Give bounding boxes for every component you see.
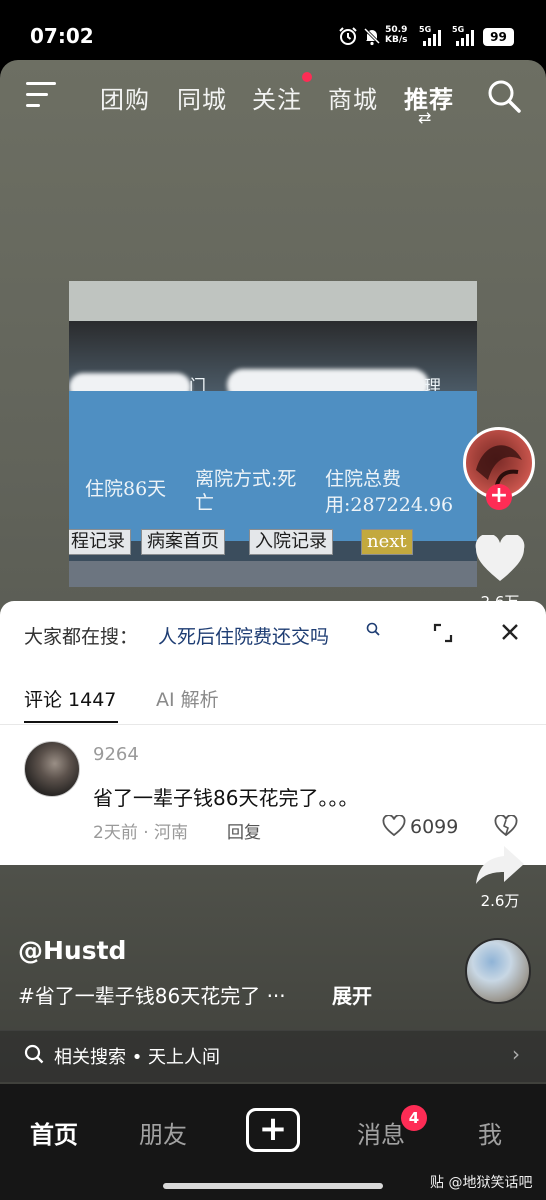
search-icon[interactable] bbox=[486, 78, 522, 114]
frame-button-case-home: 病案首页 bbox=[141, 529, 225, 555]
post-username[interactable]: @Hustd bbox=[18, 936, 126, 965]
comment-avatar[interactable] bbox=[24, 741, 80, 797]
share-count: 2.6万 bbox=[480, 892, 520, 910]
tab-messages[interactable]: 消息 bbox=[357, 1115, 405, 1150]
tab-ai-analysis[interactable]: AI 解析 bbox=[156, 685, 219, 712]
close-icon[interactable] bbox=[498, 620, 522, 644]
frame-total-fee-a: 住院总费 bbox=[325, 468, 402, 490]
frame-stay-days: 住院86天 bbox=[85, 478, 167, 500]
share-icon[interactable] bbox=[472, 842, 528, 886]
net-speed-value: 50.9 bbox=[385, 25, 408, 35]
tab-comments[interactable]: 评论 1447 bbox=[24, 685, 116, 712]
reply-button[interactable]: 回复 bbox=[227, 818, 261, 843]
signal-bars-2 bbox=[456, 30, 478, 46]
frame-discharge-b: 亡 bbox=[195, 492, 215, 514]
menu-icon[interactable] bbox=[26, 82, 56, 108]
status-time: 07:02 bbox=[30, 24, 94, 48]
frame-monitor-bezel bbox=[69, 281, 477, 321]
frame-bottom-strip bbox=[69, 561, 477, 587]
switch-feed-icon[interactable]: ⇄ bbox=[418, 108, 431, 127]
search-hint-label: 大家都在搜： bbox=[24, 626, 139, 648]
video-frame: 门 理 住院86天 离院方式:死 亡 住院总费 用:287224.96 程记录 … bbox=[69, 281, 477, 587]
net-speed: 50.9 KB/s bbox=[385, 25, 407, 45]
frame-total-fee-b: 用:287224.96 bbox=[325, 494, 454, 516]
watermark: 贴 @地狱笑话吧 bbox=[430, 1175, 533, 1191]
comment-username[interactable]: 9264 bbox=[93, 744, 139, 765]
tab-following[interactable]: 关注 bbox=[252, 80, 302, 115]
related-search-text[interactable]: 相关搜索 • 天上人间 bbox=[54, 1043, 220, 1069]
following-notification-dot bbox=[302, 72, 312, 82]
mute-icon bbox=[363, 27, 381, 46]
comment-like-count: 6099 bbox=[410, 816, 459, 838]
alarm-icon bbox=[339, 27, 357, 45]
tab-me[interactable]: 我 bbox=[478, 1115, 502, 1150]
chevron-right-icon[interactable]: › bbox=[512, 1042, 520, 1066]
signal-bars-1 bbox=[423, 30, 445, 46]
frame-button-process: 程记录 bbox=[69, 529, 131, 555]
active-tab-underline bbox=[24, 721, 118, 723]
follow-button[interactable]: + bbox=[486, 484, 512, 510]
tab-nearby[interactable]: 同城 bbox=[177, 80, 227, 115]
search-hint-query[interactable]: 人死后住院费还交吗 bbox=[158, 622, 329, 649]
heart-icon[interactable] bbox=[474, 535, 526, 583]
post-caption[interactable]: #省了一辈子钱86天花完了 ··· bbox=[18, 980, 286, 1009]
tab-group-buy[interactable]: 团购 bbox=[100, 80, 150, 115]
net-speed-unit: KB/s bbox=[385, 35, 408, 45]
expand-caption-button[interactable]: 展开 bbox=[332, 980, 372, 1009]
music-disc[interactable] bbox=[465, 938, 531, 1004]
tab-home[interactable]: 首页 bbox=[30, 1115, 78, 1150]
frame-record-panel bbox=[69, 391, 477, 541]
sheet-divider bbox=[0, 724, 546, 725]
collapse-icon[interactable] bbox=[432, 622, 454, 644]
tab-friends[interactable]: 朋友 bbox=[139, 1115, 187, 1150]
frame-discharge-a: 离院方式:死 bbox=[195, 468, 297, 490]
tab-mall[interactable]: 商城 bbox=[328, 80, 378, 115]
comment-like-icon[interactable] bbox=[382, 815, 406, 837]
battery-indicator: 99 bbox=[483, 28, 514, 46]
related-search-icon bbox=[24, 1044, 44, 1064]
comment-text: 省了一辈子钱86天花完了。。。 bbox=[93, 786, 359, 810]
home-indicator bbox=[163, 1183, 383, 1189]
dislike-icon[interactable] bbox=[494, 815, 518, 837]
create-button[interactable]: + bbox=[246, 1108, 300, 1152]
frame-button-next: next bbox=[361, 529, 413, 555]
frame-button-admission: 入院记录 bbox=[249, 529, 333, 555]
hint-search-icon[interactable] bbox=[366, 622, 380, 638]
messages-badge: 4 bbox=[401, 1105, 427, 1131]
comment-meta: 2天前 · 河南 bbox=[93, 823, 189, 843]
